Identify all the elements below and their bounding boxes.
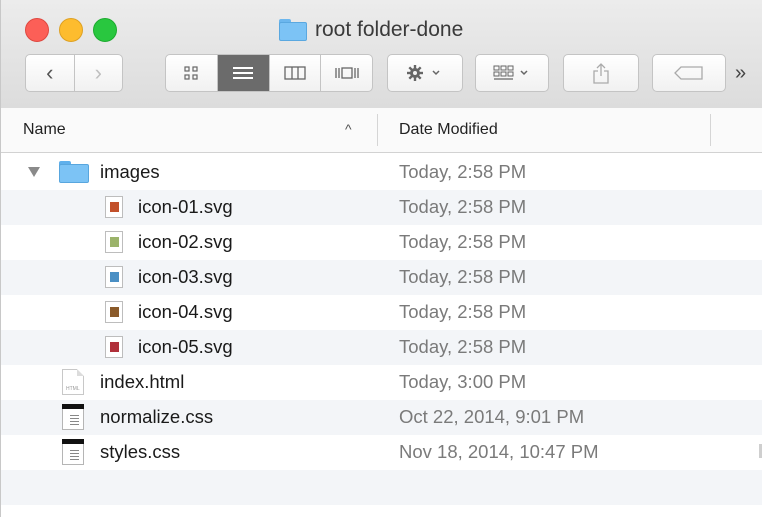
column-view-button[interactable] xyxy=(270,55,322,91)
file-date: Today, 2:58 PM xyxy=(399,301,527,322)
list-view-icon xyxy=(233,67,254,79)
file-name: icon-02.svg xyxy=(138,231,233,252)
file-name: normalize.css xyxy=(100,406,214,427)
file-type-tag: HTML xyxy=(66,386,80,392)
view-mode-selector xyxy=(165,54,373,92)
file-name: styles.css xyxy=(100,441,181,462)
file-date: Today, 2:58 PM xyxy=(399,161,527,182)
forward-button[interactable]: › xyxy=(73,55,123,91)
css-file-icon xyxy=(62,439,84,465)
list-item[interactable]: images Today, 2:58 PM xyxy=(1,155,762,190)
file-name: images xyxy=(100,161,160,182)
finder-window: root folder-done ‹ › » Name ^ Date Modif… xyxy=(0,0,762,517)
sort-ascending-icon: ^ xyxy=(345,121,352,137)
column-header: Name ^ Date Modified xyxy=(1,108,762,153)
list-view-button[interactable] xyxy=(217,55,270,91)
list-item[interactable]: styles.css Nov 18, 2014, 10:47 PM xyxy=(1,435,762,470)
arrange-menu-button[interactable] xyxy=(475,54,549,92)
file-name: icon-03.svg xyxy=(138,266,233,287)
file-name: icon-01.svg xyxy=(138,196,233,217)
svg-file-icon xyxy=(105,336,123,358)
file-date: Today, 2:58 PM xyxy=(399,336,527,357)
css-file-icon xyxy=(62,404,84,430)
titlebar: root folder-done ‹ › » xyxy=(1,0,762,109)
list-item[interactable]: normalize.css Oct 22, 2014, 9:01 PM xyxy=(1,400,762,435)
folder-icon xyxy=(279,19,307,41)
file-date: Nov 18, 2014, 10:47 PM xyxy=(399,441,599,462)
file-date: Today, 3:00 PM xyxy=(399,371,527,392)
share-icon xyxy=(593,63,609,84)
action-menu-button[interactable] xyxy=(387,54,463,92)
column-divider[interactable] xyxy=(710,114,711,146)
date-modified-column-header[interactable]: Date Modified xyxy=(399,121,498,139)
file-list: images Today, 2:58 PM icon-01.svg Today,… xyxy=(1,155,762,505)
maximize-window-button[interactable] xyxy=(93,18,117,42)
svg-file-icon xyxy=(105,266,123,288)
close-window-button[interactable] xyxy=(25,18,49,42)
file-name: icon-05.svg xyxy=(138,336,233,357)
name-column-header[interactable]: Name xyxy=(23,121,66,139)
gear-icon xyxy=(407,65,440,81)
window-title: root folder-done xyxy=(279,15,463,45)
minimize-window-button[interactable] xyxy=(59,18,83,42)
tag-icon xyxy=(674,66,703,80)
icon-view-icon xyxy=(184,66,198,80)
file-date: Today, 2:58 PM xyxy=(399,196,527,217)
cover-flow-view-button[interactable] xyxy=(321,55,372,91)
arrange-grid-icon xyxy=(493,65,528,80)
tag-button[interactable] xyxy=(652,54,726,92)
svg-file-icon xyxy=(105,301,123,323)
file-name: icon-04.svg xyxy=(138,301,233,322)
window-title-text: root folder-done xyxy=(315,18,464,41)
column-divider[interactable] xyxy=(377,114,378,146)
navigation-buttons: ‹ › xyxy=(25,54,123,92)
list-item[interactable]: HTML index.html Today, 3:00 PM xyxy=(1,365,762,400)
file-name: index.html xyxy=(100,371,185,392)
list-item[interactable]: icon-04.svg Today, 2:58 PM xyxy=(1,295,762,330)
html-file-icon: HTML xyxy=(62,369,84,395)
list-item[interactable]: icon-01.svg Today, 2:58 PM xyxy=(1,190,762,225)
list-item[interactable]: icon-03.svg Today, 2:58 PM xyxy=(1,260,762,295)
toolbar-overflow-button[interactable]: » xyxy=(735,62,746,85)
empty-row xyxy=(1,470,762,505)
svg-file-icon xyxy=(105,196,123,218)
list-item[interactable]: icon-05.svg Today, 2:58 PM xyxy=(1,330,762,365)
disclosure-triangle-icon[interactable] xyxy=(28,167,40,177)
file-date: Today, 2:58 PM xyxy=(399,231,527,252)
share-button[interactable] xyxy=(563,54,639,92)
folder-icon xyxy=(59,161,89,183)
file-date: Oct 22, 2014, 9:01 PM xyxy=(399,406,585,427)
list-item[interactable]: icon-02.svg Today, 2:58 PM xyxy=(1,225,762,260)
back-button[interactable]: ‹ xyxy=(26,55,74,91)
file-date: Today, 2:58 PM xyxy=(399,266,527,287)
svg-file-icon xyxy=(105,231,123,253)
icon-view-button[interactable] xyxy=(166,55,218,91)
column-view-icon xyxy=(284,66,306,80)
cover-flow-icon xyxy=(334,67,359,79)
